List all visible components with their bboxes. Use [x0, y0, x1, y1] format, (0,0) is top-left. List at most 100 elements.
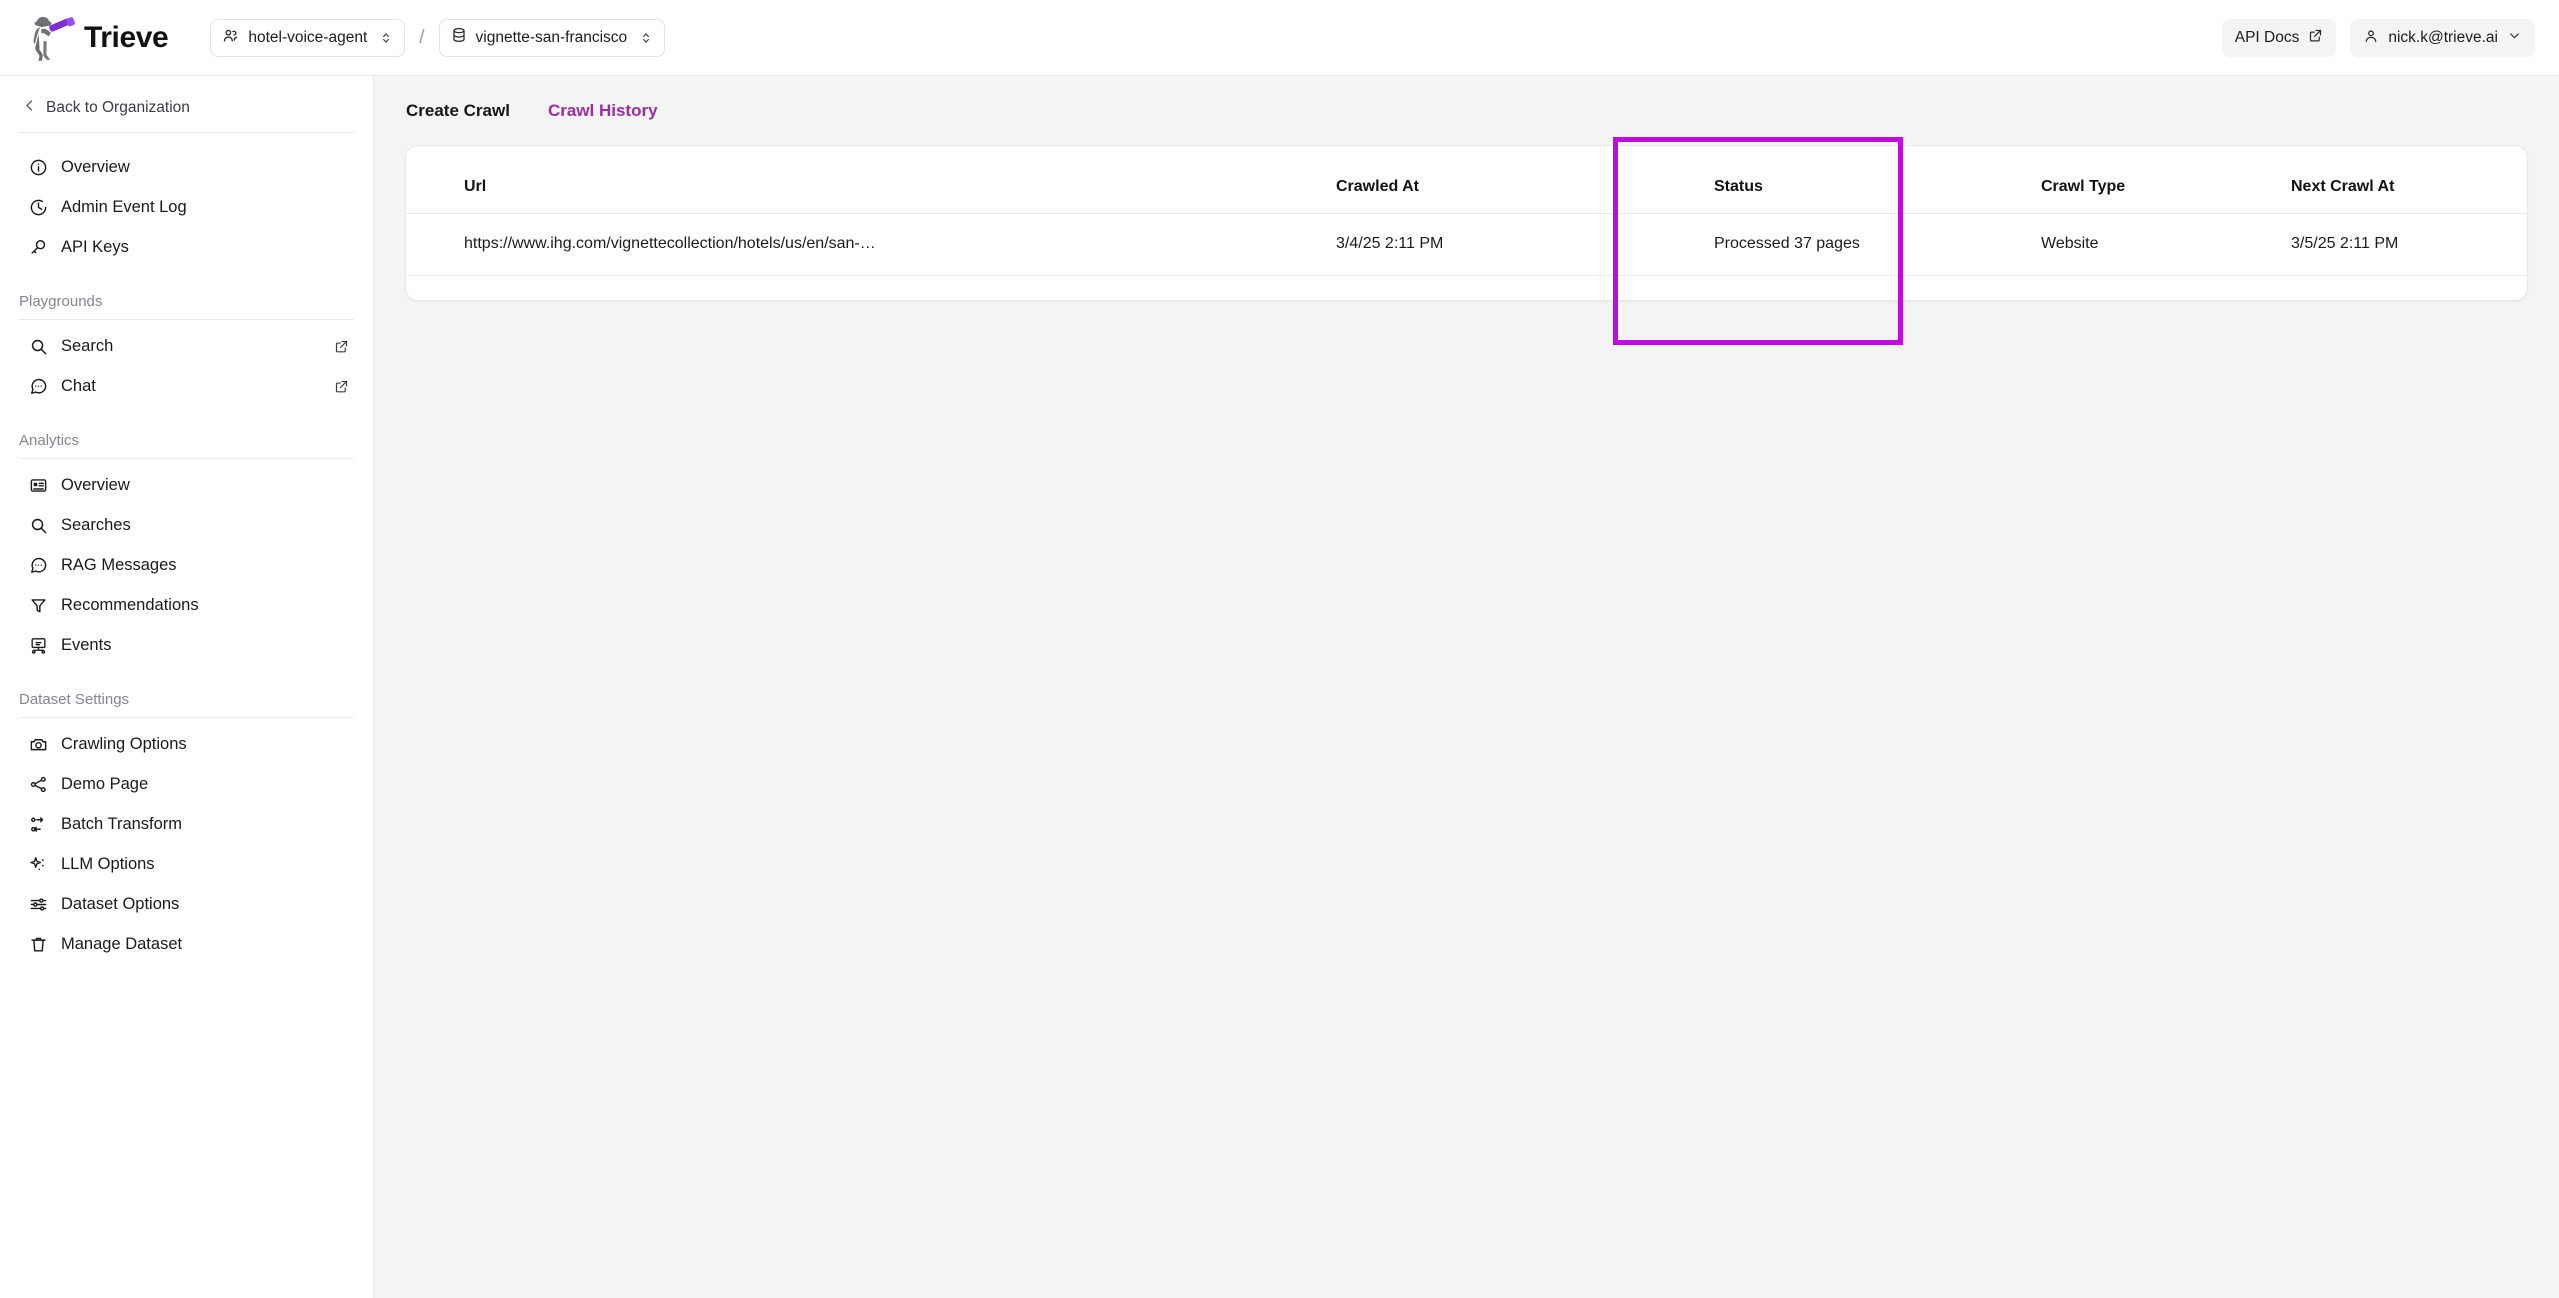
sidebar-item-llm-options[interactable]: LLM Options	[14, 844, 359, 884]
sidebar-item-events[interactable]: Events	[14, 625, 359, 665]
sidebar-item-label: Batch Transform	[61, 814, 183, 833]
column-header-next-crawl-at[interactable]: Next Crawl At	[2291, 146, 2527, 214]
external-link-icon[interactable]	[334, 379, 349, 394]
main-content: Create Crawl Crawl History Url Crawled A…	[375, 76, 2559, 1298]
sidebar-item-rag-messages[interactable]: RAG Messages	[14, 545, 359, 585]
events-node-icon	[28, 635, 48, 655]
sidebar-item-searches[interactable]: Searches	[14, 505, 359, 545]
trieve-telescope-logo	[33, 16, 75, 61]
sidebar-item-label: Dataset Options	[61, 894, 180, 913]
column-header-status[interactable]: Status	[1686, 146, 2041, 214]
organization-selector[interactable]: hotel-voice-agent	[210, 18, 406, 57]
sidebar-item-search[interactable]: Search	[14, 326, 359, 366]
cell-crawl-type: Website	[2041, 213, 2291, 276]
database-icon	[451, 27, 467, 48]
column-header-url[interactable]: Url	[406, 146, 1336, 214]
crawl-tabs: Create Crawl Crawl History	[375, 76, 2559, 121]
table-row[interactable]: https://www.ihg.com/vignettecollection/h…	[406, 213, 2527, 276]
chevron-up-down-icon	[639, 31, 653, 45]
sidebar-group-label: Analytics	[19, 432, 80, 449]
sidebar-group-rule	[19, 717, 354, 718]
external-link-icon[interactable]	[334, 339, 349, 354]
shuffle-icon	[28, 814, 48, 834]
cell-url[interactable]: https://www.ihg.com/vignettecollection/h…	[406, 213, 1336, 276]
dataset-selector[interactable]: vignette-san-francisco	[438, 18, 666, 57]
cell-crawled-at: 3/4/25 2:11 PM	[1336, 213, 1686, 276]
chevron-up-down-icon	[379, 31, 393, 45]
sidebar-group-dataset-settings: Dataset Settings Crawling Options Demo P…	[0, 691, 373, 964]
sidebar-item-label: Events	[61, 635, 112, 654]
organization-name: hotel-voice-agent	[248, 28, 368, 46]
search-icon	[28, 515, 48, 535]
sidebar-item-batch-transform[interactable]: Batch Transform	[14, 804, 359, 844]
brand-name: Trieve	[84, 20, 169, 54]
key-icon	[28, 237, 48, 257]
dataset-name: vignette-san-francisco	[475, 28, 628, 46]
table-footer-spacer	[406, 276, 2527, 300]
cell-status: Processed 37 pages	[1686, 213, 2041, 276]
sidebar-item-api-keys[interactable]: API Keys	[14, 227, 359, 267]
camera-icon	[28, 734, 48, 754]
dashboard-icon	[28, 475, 48, 495]
table-header-row: Url Crawled At Status Crawl Type Next Cr…	[406, 146, 2527, 214]
back-to-organization-label: Back to Organization	[46, 99, 190, 116]
sidebar-item-overview[interactable]: Overview	[14, 147, 359, 187]
sidebar-item-label: RAG Messages	[61, 555, 177, 574]
info-circle-icon	[28, 157, 48, 177]
sidebar: Back to Organization Overview Admin Even…	[0, 76, 374, 1298]
top-bar: Trieve hotel-voice-agent / vignette-san-…	[0, 0, 2559, 76]
crawl-history-table: Url Crawled At Status Crawl Type Next Cr…	[406, 146, 2527, 276]
sidebar-item-label: Search	[61, 336, 114, 355]
sidebar-item-label: Chat	[61, 376, 96, 395]
chevron-down-icon	[2507, 28, 2522, 48]
search-icon	[28, 336, 48, 356]
sidebar-item-label: Overview	[61, 475, 130, 494]
tab-crawl-history[interactable]: Crawl History	[548, 101, 658, 121]
clock-history-icon	[28, 197, 48, 217]
brand: Trieve	[26, 14, 169, 62]
sidebar-item-label: Recommendations	[61, 595, 199, 614]
cell-next-crawl-at: 3/5/25 2:11 PM	[2291, 213, 2527, 276]
sidebar-item-label: Overview	[61, 157, 130, 176]
context-selectors: hotel-voice-agent / vignette-san-francis…	[210, 18, 666, 57]
sidebar-item-analytics-overview[interactable]: Overview	[14, 465, 359, 505]
sidebar-group-label: Dataset Settings	[19, 691, 130, 708]
sidebar-item-label: Admin Event Log	[61, 197, 187, 216]
sidebar-group-rule	[19, 458, 354, 459]
sidebar-group-label: Playgrounds	[19, 293, 103, 310]
sliders-icon	[28, 894, 48, 914]
sidebar-item-recommendations[interactable]: Recommendations	[14, 585, 359, 625]
sidebar-item-label: Searches	[61, 515, 131, 534]
sidebar-group-rule	[19, 319, 354, 320]
sidebar-item-label: API Keys	[61, 237, 129, 256]
share-nodes-icon	[28, 774, 48, 794]
sidebar-item-chat[interactable]: Chat	[14, 366, 359, 406]
column-header-crawled-at[interactable]: Crawled At	[1336, 146, 1686, 214]
sidebar-item-admin-event-log[interactable]: Admin Event Log	[14, 187, 359, 227]
sidebar-item-demo-page[interactable]: Demo Page	[14, 764, 359, 804]
chevron-left-icon	[22, 98, 37, 118]
sidebar-item-dataset-options[interactable]: Dataset Options	[14, 884, 359, 924]
account-email: nick.k@trieve.ai	[2388, 29, 2498, 46]
account-menu-button[interactable]: nick.k@trieve.ai	[2350, 19, 2535, 57]
users-icon	[222, 27, 239, 49]
sparkles-icon	[28, 854, 48, 874]
funnel-icon	[28, 595, 48, 615]
external-link-icon	[2308, 28, 2323, 48]
sidebar-group-playgrounds: Playgrounds Search Chat	[0, 293, 373, 406]
top-bar-actions: API Docs nick.k@trieve.ai	[2221, 0, 2535, 76]
chat-bubble-icon	[28, 555, 48, 575]
api-docs-button[interactable]: API Docs	[2221, 19, 2337, 57]
api-docs-label: API Docs	[2234, 29, 2300, 46]
sidebar-divider	[19, 132, 354, 133]
user-icon	[2363, 28, 2379, 49]
selector-separator: /	[419, 26, 425, 48]
sidebar-item-label: Crawling Options	[61, 734, 187, 753]
tab-create-crawl[interactable]: Create Crawl	[406, 101, 510, 121]
sidebar-item-manage-dataset[interactable]: Manage Dataset	[14, 924, 359, 964]
sidebar-item-label: Demo Page	[61, 774, 149, 793]
sidebar-item-crawling-options[interactable]: Crawling Options	[14, 724, 359, 764]
sidebar-group-analytics: Analytics Overview Searches RAG Messages…	[0, 432, 373, 665]
back-to-organization-link[interactable]: Back to Organization	[22, 98, 322, 118]
column-header-crawl-type[interactable]: Crawl Type	[2041, 146, 2291, 214]
